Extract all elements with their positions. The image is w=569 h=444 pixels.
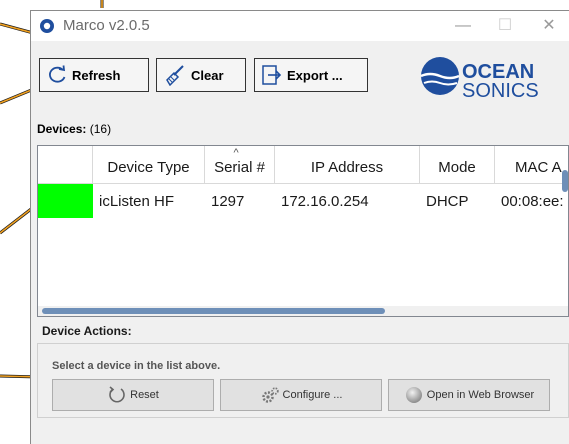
maximize-button[interactable]: ☐ [493,15,517,37]
refresh-button[interactable]: Refresh [39,58,149,92]
column-serial[interactable]: ^ Serial # [205,146,275,184]
devices-label: Devices: (16) [37,122,111,136]
cell-device-type: icListen HF [99,192,175,210]
export-button[interactable]: Export ... [254,58,368,92]
title-bar: Marco v2.0.5 — ☐ ✕ [31,11,569,41]
devices-count: (16) [89,122,112,136]
device-actions-label: Device Actions: [42,324,132,338]
window-title: Marco v2.0.5 [63,17,150,34]
export-label: Export ... [287,67,343,83]
app-logo-icon [40,19,54,33]
minimize-button[interactable]: — [451,15,475,37]
horizontal-scroll-thumb[interactable] [42,308,385,314]
devices-label-text: Devices: [37,122,87,136]
clear-label: Clear [191,67,224,83]
open-web-browser-button[interactable]: Open in Web Browser [388,379,550,411]
configure-button[interactable]: Configure ... [220,379,382,411]
horizontal-scrollbar[interactable] [38,306,568,316]
vertical-scrollbar[interactable] [562,170,568,192]
cell-mode: DHCP [426,192,469,210]
cell-serial: 1297 [211,192,245,210]
cell-mac-address: 00:08:ee: [501,192,564,210]
broom-icon [166,65,184,86]
device-grid[interactable]: Device Type ^ Serial # IP Address Mode M… [37,145,569,317]
select-device-hint: Select a device in the list above. [52,360,221,372]
column-mode[interactable]: Mode [420,146,495,184]
export-icon [262,65,282,85]
device-actions-panel: Select a device in the list above. Reset… [37,343,569,418]
reset-label: Reset [130,389,159,401]
status-indicator [38,184,93,218]
open-web-browser-label: Open in Web Browser [426,389,535,401]
grid-header: Device Type ^ Serial # IP Address Mode M… [38,146,568,184]
sort-ascending-icon: ^ [233,147,239,159]
globe-icon [405,387,422,403]
configure-label: Configure ... [282,389,343,401]
column-mac-address[interactable]: MAC A [495,146,568,184]
refresh-icon [49,65,66,83]
clear-button[interactable]: Clear [156,58,246,92]
column-device-type[interactable]: Device Type [93,146,205,184]
reset-button[interactable]: Reset [52,379,214,411]
table-row[interactable]: icListen HF 1297 172.16.0.254 DHCP 00:08… [38,184,568,218]
ocean-sonics-logo: OCEAN SONICS [420,57,539,98]
cell-ip-address: 172.16.0.254 [281,192,369,210]
refresh-label: Refresh [72,67,121,83]
close-button[interactable]: ✕ [537,15,561,37]
column-serial-label: Serial # [214,159,265,176]
row-header-column [38,146,93,184]
column-ip-address[interactable]: IP Address [275,146,420,184]
gear-icon [261,387,279,403]
logo-line2: SONICS [462,80,539,98]
reset-icon [109,386,125,403]
